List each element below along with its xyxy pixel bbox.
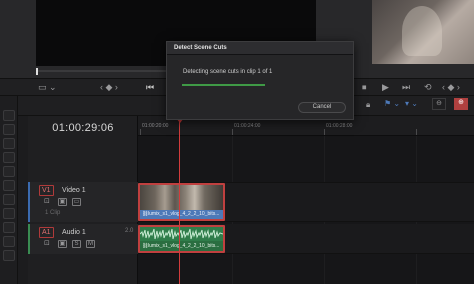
- viewer-options-icon[interactable]: ▭ ⌄: [38, 78, 57, 96]
- mute-button[interactable]: M: [86, 240, 95, 248]
- source-scrub-handle[interactable]: [36, 68, 38, 75]
- strip-button[interactable]: [3, 166, 15, 177]
- strip-button[interactable]: [3, 208, 15, 219]
- ruler-tick: [140, 129, 141, 135]
- ruler-label: 01:00:28:00: [326, 123, 353, 129]
- snap-icon[interactable]: ⊕: [454, 98, 468, 110]
- clip-count: 1 Clip: [45, 210, 61, 216]
- timeline-viewer-screen[interactable]: [372, 0, 474, 64]
- audio-channel-level: 2.0: [125, 228, 134, 234]
- lock-icon[interactable]: 🔒︎: [366, 100, 370, 110]
- ruler-label: 01:00:20:00: [142, 123, 169, 129]
- dialog-message: Detecting scene cuts in clip 1 of 1: [183, 69, 273, 75]
- video-clip[interactable]: ⛓ lumix_s1_vlog_4_2_2_10_bits...: [138, 183, 225, 221]
- clip-thumbnail: [140, 185, 223, 210]
- dialog-title: Detect Scene Cuts: [167, 42, 353, 55]
- audio-clip[interactable]: ⛓ lumix_s1_vlog_4_2_2_10_bits...: [138, 225, 225, 253]
- progress-fill: [182, 84, 265, 86]
- audio-clip-name: lumix_s1_vlog_4_2_2_10_bits...: [140, 241, 223, 251]
- timeline-timecode[interactable]: 01:00:29:06: [28, 118, 138, 138]
- strip-button[interactable]: [3, 124, 15, 135]
- jog-left-icon[interactable]: ‹ ◆ ›: [100, 78, 118, 96]
- link-icon: ⛓: [142, 243, 149, 249]
- flag-icon[interactable]: ⚑ ⌄: [384, 99, 400, 108]
- track-lock-icon[interactable]: ⊡: [44, 239, 50, 247]
- video-clip-name: lumix_s1_vlog_4_2_2_10_bits...: [140, 210, 223, 219]
- prev-frame-icon[interactable]: ⏮: [146, 78, 154, 96]
- strip-button[interactable]: [3, 250, 15, 261]
- auto-select-icon[interactable]: ▣: [58, 240, 67, 248]
- track-lock-icon[interactable]: ⊡: [44, 197, 50, 205]
- video-track-tag[interactable]: V1: [39, 185, 54, 196]
- audio-waveform: [140, 227, 223, 241]
- audio-track-tag[interactable]: A1: [39, 227, 54, 238]
- next-frame-icon[interactable]: ⏭: [402, 78, 410, 96]
- strip-button[interactable]: [3, 222, 15, 233]
- solo-button[interactable]: S: [72, 240, 81, 248]
- video-track-name[interactable]: Video 1: [62, 186, 86, 195]
- detect-scene-cuts-dialog: Detect Scene Cuts Detecting scene cuts i…: [166, 41, 354, 120]
- ruler-tick: [324, 129, 325, 135]
- auto-select-icon[interactable]: ▣: [58, 198, 67, 206]
- video-enable-icon[interactable]: ▭: [72, 198, 81, 206]
- jog-right-icon[interactable]: ‹ ◆ ›: [442, 78, 460, 96]
- strip-button[interactable]: [3, 180, 15, 191]
- strip-button[interactable]: [3, 236, 15, 247]
- zoom-icon[interactable]: ⊖: [432, 98, 446, 110]
- strip-button[interactable]: [3, 110, 15, 121]
- link-icon: ⛓: [142, 211, 149, 217]
- ruler-tick: [232, 129, 233, 135]
- strip-button[interactable]: [3, 194, 15, 205]
- ruler-label: 01:00:24:00: [234, 123, 261, 129]
- marker-icon[interactable]: ▾ ⌄: [405, 99, 418, 108]
- ruler-tick: [416, 129, 417, 135]
- cancel-button[interactable]: Cancel: [298, 102, 346, 113]
- progress-bar: [182, 84, 265, 86]
- playhead-line[interactable]: [179, 116, 180, 284]
- stop-icon[interactable]: ⏹: [362, 78, 367, 96]
- play-icon[interactable]: ▶: [382, 78, 389, 96]
- loop-icon[interactable]: ⟲: [424, 78, 432, 96]
- strip-button[interactable]: [3, 138, 15, 149]
- audio-track-name[interactable]: Audio 1: [62, 228, 86, 237]
- strip-button[interactable]: [3, 152, 15, 163]
